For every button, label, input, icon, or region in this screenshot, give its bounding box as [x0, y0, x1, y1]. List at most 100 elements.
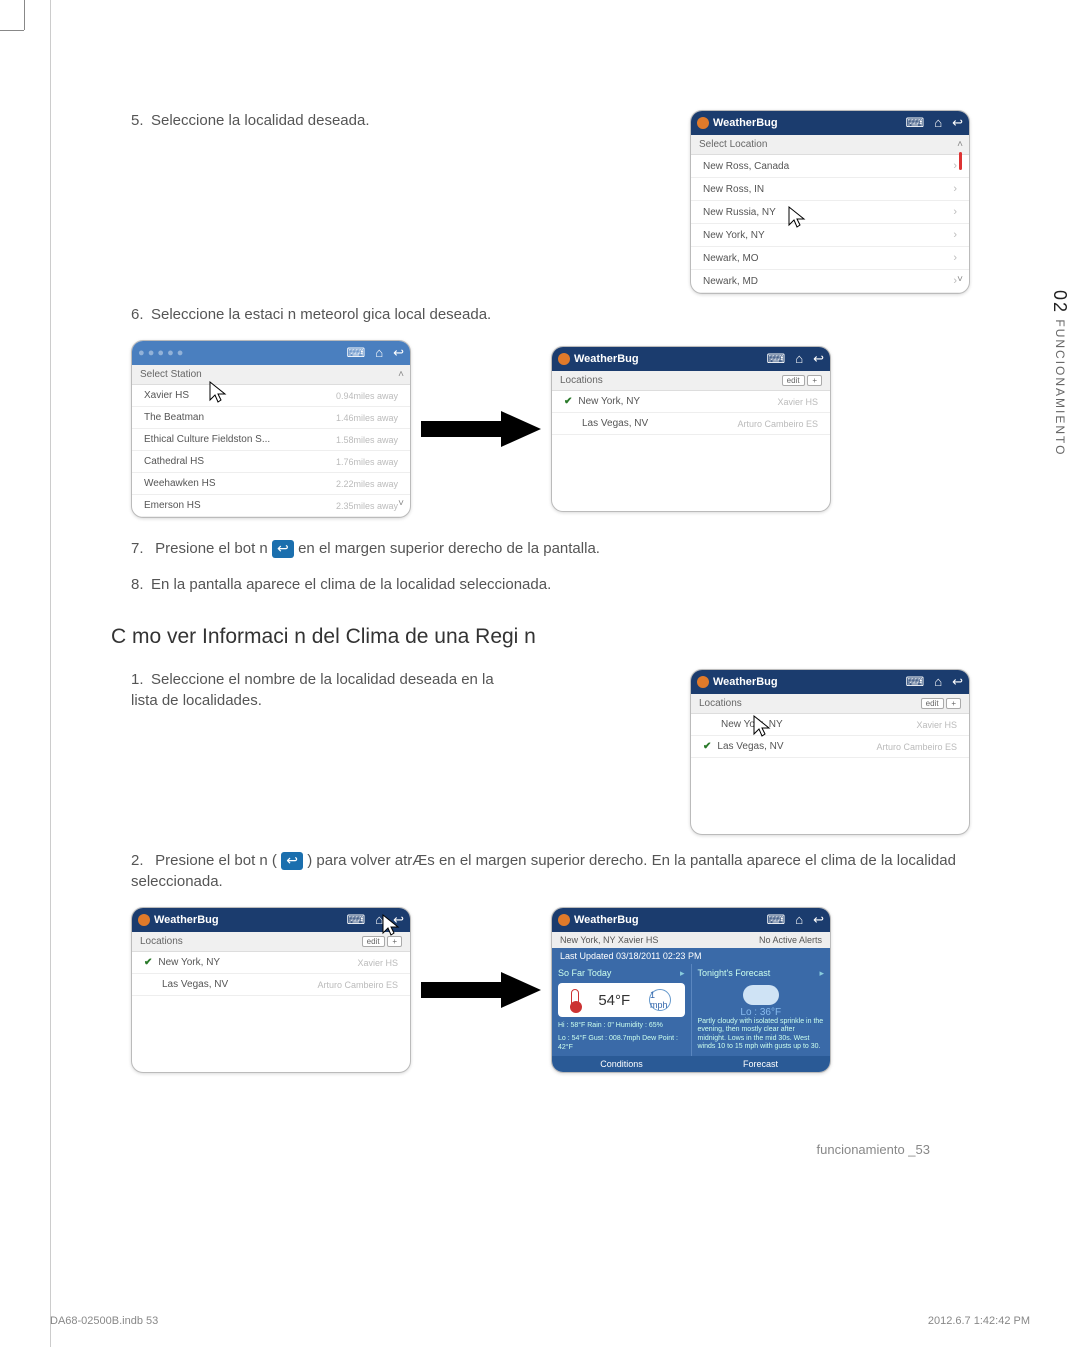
- home-icon[interactable]: ⌂: [375, 345, 383, 361]
- stats-1: Hi : 58°F Rain : 0" Humidity : 65%: [558, 1021, 685, 1030]
- list-item[interactable]: New Ross, Canada›: [691, 155, 969, 178]
- region-step-1: 1.Seleccione el nombre de la localidad d…: [111, 669, 970, 835]
- wind-value: 1 mph: [649, 989, 671, 1011]
- section-heading: C mo ver Informaci n del Clima de una Re…: [111, 625, 970, 649]
- back-icon: ↩: [281, 852, 303, 870]
- panel-subheader: Select Location: [691, 135, 969, 155]
- step-7-text: 7. Presione el bot n ↩ en el margen supe…: [131, 538, 970, 559]
- keyboard-icon[interactable]: ⌨: [905, 115, 924, 131]
- edit-button[interactable]: edit: [921, 698, 944, 709]
- home-icon[interactable]: ⌂: [934, 115, 942, 131]
- chevron-up-icon[interactable]: ˄: [398, 369, 404, 380]
- detail-tabs: Conditions Forecast: [552, 1056, 830, 1072]
- list-item[interactable]: Cathedral HS1.76miles away: [132, 451, 410, 473]
- scrollbar[interactable]: ˄ ˅: [396, 369, 406, 509]
- region-step-2-panels: WeatherBug ⌨ ⌂ ↩ Locations edit + ✔New Y…: [131, 907, 970, 1073]
- list-item[interactable]: New Russia, NY›: [691, 201, 969, 224]
- keyboard-icon[interactable]: ⌨: [766, 912, 785, 928]
- crop-mark: [24, 0, 25, 30]
- list-item[interactable]: New York, NY Xavier HS: [691, 714, 969, 736]
- locations-panel-b: WeatherBug ⌨ ⌂ ↩ Locations edit + New Yo…: [690, 669, 970, 835]
- forecast-panel: Tonight's Forecast▸ Lo : 36°F Partly clo…: [692, 964, 831, 1056]
- back-icon: ↩: [272, 540, 294, 558]
- alerts-badge: No Active Alerts: [759, 935, 822, 945]
- keyboard-icon[interactable]: ⌨: [905, 674, 924, 690]
- list-item[interactable]: ✔New York, NY Xavier HS: [552, 391, 830, 413]
- check-icon: ✔: [144, 957, 152, 968]
- side-tab-label: FUNCIONAMIENTO: [1053, 319, 1067, 456]
- list-item[interactable]: Las Vegas, NV Arturo Cambeiro ES: [132, 974, 410, 996]
- check-icon: ✔: [703, 741, 711, 752]
- side-tab-num: 02: [1050, 290, 1070, 314]
- add-button[interactable]: +: [387, 936, 402, 947]
- print-timestamp: 2012.6.7 1:42:42 PM: [928, 1315, 1030, 1327]
- arrow-right-icon: [421, 970, 541, 1010]
- locations-panel-c: WeatherBug ⌨ ⌂ ↩ Locations edit + ✔New Y…: [131, 907, 411, 1073]
- back-icon[interactable]: ↩: [813, 912, 824, 928]
- scroll-thumb[interactable]: [959, 152, 962, 170]
- select-station-panel: ● ● ● ● ● ⌨ ⌂ ↩ Select Station Xavier HS…: [131, 340, 411, 518]
- chevron-down-icon[interactable]: ˅: [957, 274, 963, 285]
- list-item[interactable]: New York, NY›: [691, 224, 969, 247]
- stats-2: Lo : 54°F Gust : 008.7mph Dew Point : 42…: [558, 1034, 685, 1052]
- print-file: DA68-02500B.indb 53: [50, 1315, 158, 1327]
- list-item[interactable]: Emerson HS2.35miles away: [132, 495, 410, 517]
- temp-card: 54°F 1 mph: [558, 983, 685, 1017]
- add-button[interactable]: +: [807, 375, 822, 386]
- temp-value: 54°F: [598, 992, 630, 1009]
- step-8-text: 8.En la pantalla aparece el clima de la …: [131, 574, 970, 595]
- cloud-icon: [743, 985, 779, 1005]
- keyboard-icon[interactable]: ⌨: [346, 912, 365, 928]
- list-item[interactable]: ✔Las Vegas, NV Arturo Cambeiro ES: [691, 736, 969, 758]
- list-item[interactable]: New Ross, IN›: [691, 178, 969, 201]
- page-footer-label: funcionamiento _53: [817, 1142, 930, 1157]
- forecast-text: Partly cloudy with isolated sprinkle in …: [698, 1018, 825, 1052]
- list-item[interactable]: Newark, MD›: [691, 270, 969, 293]
- keyboard-icon[interactable]: ⌨: [346, 345, 365, 361]
- check-icon: ✔: [564, 396, 572, 407]
- home-icon[interactable]: ⌂: [795, 351, 803, 367]
- logo-icon: [138, 914, 150, 926]
- logo-icon: [697, 676, 709, 688]
- locations-panel: WeatherBug ⌨ ⌂ ↩ Locations edit + ✔New Y…: [551, 346, 831, 512]
- step-6-text: 6.Seleccione la estaci n meteorol gica l…: [131, 304, 970, 325]
- list-item[interactable]: The Beatman1.46miles away: [132, 407, 410, 429]
- add-button[interactable]: +: [946, 698, 961, 709]
- expand-icon[interactable]: ▸: [819, 968, 824, 979]
- keyboard-icon[interactable]: ⌨: [766, 351, 785, 367]
- tab-forecast[interactable]: Forecast: [691, 1056, 830, 1072]
- home-icon[interactable]: ⌂: [934, 674, 942, 690]
- lo-value: Lo : 36°F: [698, 1007, 825, 1018]
- list-item[interactable]: ✔New York, NY Xavier HS: [132, 952, 410, 974]
- list-item[interactable]: Newark, MO›: [691, 247, 969, 270]
- chevron-up-icon[interactable]: ˄: [957, 139, 963, 150]
- back-icon[interactable]: ↩: [393, 345, 404, 361]
- scrollbar[interactable]: ˄ ˅: [955, 139, 965, 285]
- list-item[interactable]: Xavier HS0.94miles away: [132, 385, 410, 407]
- expand-icon[interactable]: ▸: [680, 968, 685, 979]
- step-6-panels: ● ● ● ● ● ⌨ ⌂ ↩ Select Station Xavier HS…: [131, 340, 970, 518]
- chevron-down-icon[interactable]: ˅: [398, 498, 404, 509]
- logo-icon: [697, 117, 709, 129]
- weather-detail-panel: WeatherBug ⌨ ⌂ ↩ New York, NY Xavier HS …: [551, 907, 831, 1073]
- list-item[interactable]: Weehawken HS2.22miles away: [132, 473, 410, 495]
- list-item[interactable]: Ethical Culture Fieldston S...1.58miles …: [132, 429, 410, 451]
- back-icon[interactable]: ↩: [952, 674, 963, 690]
- back-icon[interactable]: ↩: [813, 351, 824, 367]
- location-list: New Ross, Canada› New Ross, IN› New Russ…: [691, 155, 969, 293]
- home-icon[interactable]: ⌂: [375, 912, 383, 928]
- home-icon[interactable]: ⌂: [795, 912, 803, 928]
- region-step-2-text: 2. Presione el bot n ( ↩ ) para volver a…: [131, 850, 970, 892]
- tab-conditions[interactable]: Conditions: [552, 1056, 691, 1072]
- thermometer-icon: [571, 989, 579, 1011]
- list-item[interactable]: Las Vegas, NV Arturo Cambeiro ES: [552, 413, 830, 435]
- today-panel: So Far Today▸ 54°F 1 mph Hi : 58°F Rain …: [552, 964, 692, 1056]
- back-icon[interactable]: ↩: [393, 912, 404, 928]
- region-step-1-text: 1.Seleccione el nombre de la localidad d…: [111, 669, 501, 726]
- print-footer: DA68-02500B.indb 53 2012.6.7 1:42:42 PM: [50, 1315, 1030, 1327]
- back-icon[interactable]: ↩: [952, 115, 963, 131]
- updated-bar: Last Updated 03/18/2011 02:23 PM: [552, 948, 830, 964]
- edit-button[interactable]: edit: [782, 375, 805, 386]
- arrow-right-icon: [421, 409, 541, 449]
- edit-button[interactable]: edit: [362, 936, 385, 947]
